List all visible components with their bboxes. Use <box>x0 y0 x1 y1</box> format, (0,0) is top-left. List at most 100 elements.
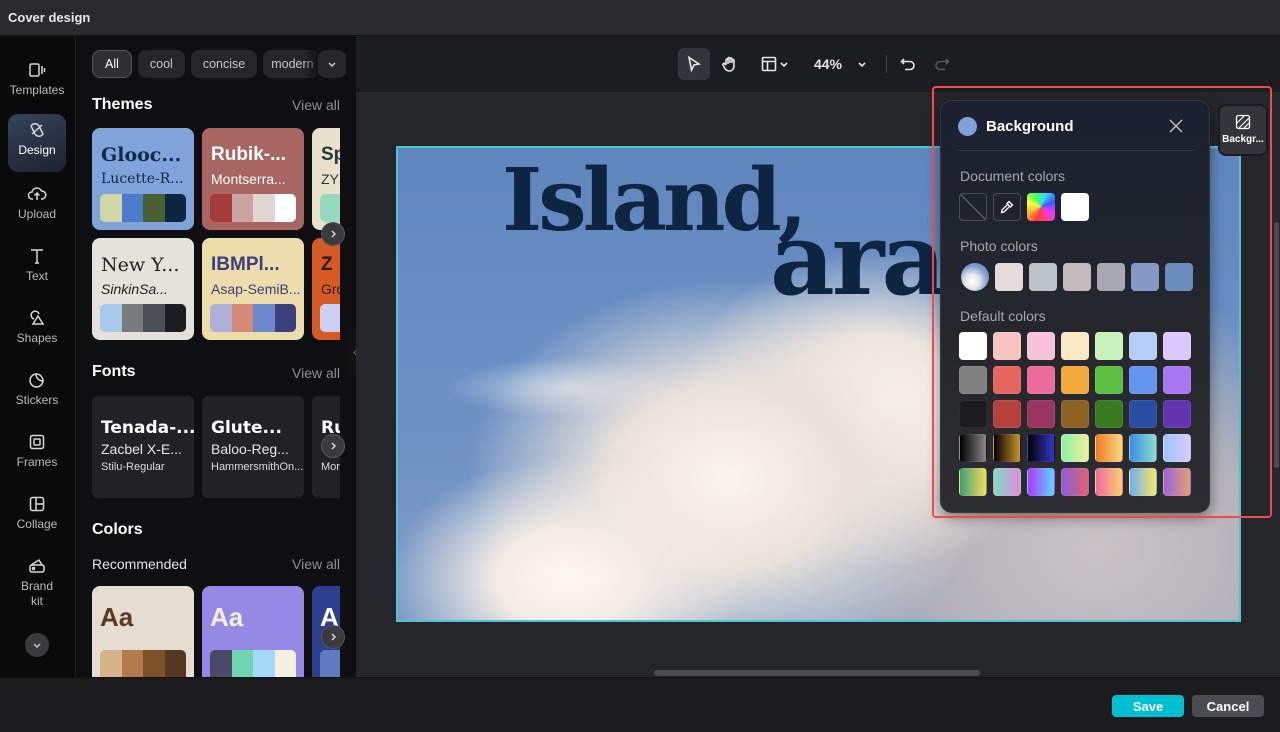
default-color-swatch[interactable] <box>1095 366 1123 394</box>
theme-body-font: ZY <box>321 171 339 187</box>
default-color-swatch[interactable] <box>1061 400 1089 428</box>
theme-card[interactable]: Rubik-... Montserra... <box>202 128 304 230</box>
zoom-dropdown[interactable]: 44% <box>808 48 874 80</box>
theme-card[interactable]: IBMPl... Asap-SemiB... <box>202 238 304 340</box>
close-icon[interactable] <box>1167 117 1185 135</box>
color-palette <box>100 650 186 677</box>
default-color-swatch[interactable] <box>1129 332 1157 360</box>
default-color-swatch[interactable] <box>1095 332 1123 360</box>
palette-swatch <box>253 304 275 332</box>
theme-palette <box>320 304 340 332</box>
default-color-swatch[interactable] <box>1163 400 1191 428</box>
font-combo-card[interactable]: Tenada-... Zacbel X-E... Stilu-Regular <box>92 396 194 498</box>
default-color-swatch[interactable] <box>1163 366 1191 394</box>
default-color-swatch[interactable] <box>959 468 987 496</box>
default-color-swatch[interactable] <box>1129 468 1157 496</box>
palette-swatch <box>143 194 165 222</box>
default-color-swatch[interactable] <box>1027 366 1055 394</box>
rail-item-text[interactable]: Text <box>8 240 66 298</box>
default-color-swatch[interactable] <box>1027 434 1055 462</box>
default-color-swatch[interactable] <box>1095 434 1123 462</box>
default-color-swatch[interactable] <box>993 434 1021 462</box>
save-button[interactable]: Save <box>1112 695 1184 717</box>
theme-card[interactable]: Sp ZY <box>312 128 340 230</box>
document-color-swatch[interactable] <box>1061 193 1089 221</box>
color-palette-card[interactable]: Aa <box>92 586 194 677</box>
default-color-swatch[interactable] <box>1027 468 1055 496</box>
default-color-swatch[interactable] <box>993 332 1021 360</box>
rail-item-brand-kit[interactable]: Brand kit <box>8 550 66 626</box>
font-combo-card[interactable]: Glute... Baloo-Reg... HammersmithOn... <box>202 396 304 498</box>
photo-thumbnail-swatch[interactable] <box>961 263 989 291</box>
default-color-swatch[interactable] <box>1163 434 1191 462</box>
rail-item-shapes[interactable]: Shapes <box>8 302 66 360</box>
colors-view-all[interactable]: View all <box>292 556 340 572</box>
chip-concise[interactable]: concise <box>190 50 258 78</box>
colors-next-button[interactable] <box>321 625 345 649</box>
fonts-view-all[interactable]: View all <box>292 365 340 381</box>
rail-item-frames[interactable]: Frames <box>8 426 66 484</box>
background-tab[interactable]: Backgr... <box>1218 104 1268 156</box>
cancel-button[interactable]: Cancel <box>1192 695 1264 717</box>
default-color-swatch[interactable] <box>959 366 987 394</box>
theme-card[interactable]: Glooc... Lucette-R... <box>92 128 194 230</box>
photo-color-swatch[interactable] <box>995 263 1023 291</box>
default-color-swatch[interactable] <box>959 332 987 360</box>
default-color-swatch[interactable] <box>1061 468 1089 496</box>
default-color-swatch[interactable] <box>993 468 1021 496</box>
chip-all[interactable]: All <box>92 50 132 78</box>
photo-color-swatch[interactable] <box>1165 263 1193 291</box>
cover-heading-line2[interactable]: ara <box>770 200 946 318</box>
chips-more-button[interactable] <box>318 50 346 78</box>
default-color-swatch[interactable] <box>1061 366 1089 394</box>
horizontal-scrollbar[interactable] <box>654 670 980 676</box>
default-color-swatch[interactable] <box>993 366 1021 394</box>
palette-swatch <box>320 650 340 677</box>
rail-item-templates[interactable]: Templates <box>8 54 66 112</box>
select-tool-button[interactable] <box>678 48 710 80</box>
theme-card[interactable]: Z Gro <box>312 238 340 340</box>
pointer-icon <box>687 55 702 73</box>
default-color-swatch[interactable] <box>959 434 987 462</box>
default-color-swatch[interactable] <box>1129 400 1157 428</box>
custom-color-swatch[interactable] <box>1027 193 1055 221</box>
default-color-swatch[interactable] <box>1129 434 1157 462</box>
photo-color-swatch[interactable] <box>1029 263 1057 291</box>
rail-more-button[interactable] <box>25 633 49 657</box>
default-color-swatch[interactable] <box>1095 468 1123 496</box>
hand-tool-button[interactable] <box>714 48 746 80</box>
rail-item-collage[interactable]: Collage <box>8 488 66 546</box>
default-color-swatch[interactable] <box>993 400 1021 428</box>
default-color-swatch[interactable] <box>1027 332 1055 360</box>
photo-color-swatch[interactable] <box>1063 263 1091 291</box>
themes-next-button[interactable] <box>321 222 345 246</box>
photo-color-swatch[interactable] <box>1131 263 1159 291</box>
default-color-swatch[interactable] <box>1061 332 1089 360</box>
default-color-swatch[interactable] <box>1061 434 1089 462</box>
no-color-swatch[interactable] <box>959 193 987 221</box>
eyedropper-button[interactable] <box>993 193 1021 221</box>
chip-modern[interactable]: modern <box>263 50 322 78</box>
default-color-swatch[interactable] <box>1095 400 1123 428</box>
chip-cool[interactable]: cool <box>137 50 185 78</box>
color-palette-card[interactable]: Aa <box>202 586 304 677</box>
redo-button[interactable] <box>928 48 956 80</box>
cover-heading-line1[interactable]: Island, <box>502 150 808 251</box>
photo-color-swatch[interactable] <box>1097 263 1125 291</box>
default-color-swatch[interactable] <box>1163 332 1191 360</box>
chevron-down-icon <box>33 643 41 648</box>
vertical-scrollbar[interactable] <box>1274 222 1279 468</box>
fonts-next-button[interactable] <box>321 434 345 458</box>
rail-item-upload[interactable]: Upload <box>8 178 66 236</box>
rail-item-design[interactable]: Design <box>8 114 66 172</box>
default-color-swatch[interactable] <box>1129 366 1157 394</box>
themes-view-all[interactable]: View all <box>292 97 340 113</box>
theme-card[interactable]: New Y... SinkinSa... <box>92 238 194 340</box>
undo-button[interactable] <box>894 48 922 80</box>
rail-item-stickers[interactable]: Stickers <box>8 364 66 422</box>
default-color-swatch[interactable] <box>1027 400 1055 428</box>
layout-button[interactable] <box>754 48 796 80</box>
upload-icon <box>27 187 47 200</box>
default-color-swatch[interactable] <box>959 400 987 428</box>
default-color-swatch[interactable] <box>1163 468 1191 496</box>
